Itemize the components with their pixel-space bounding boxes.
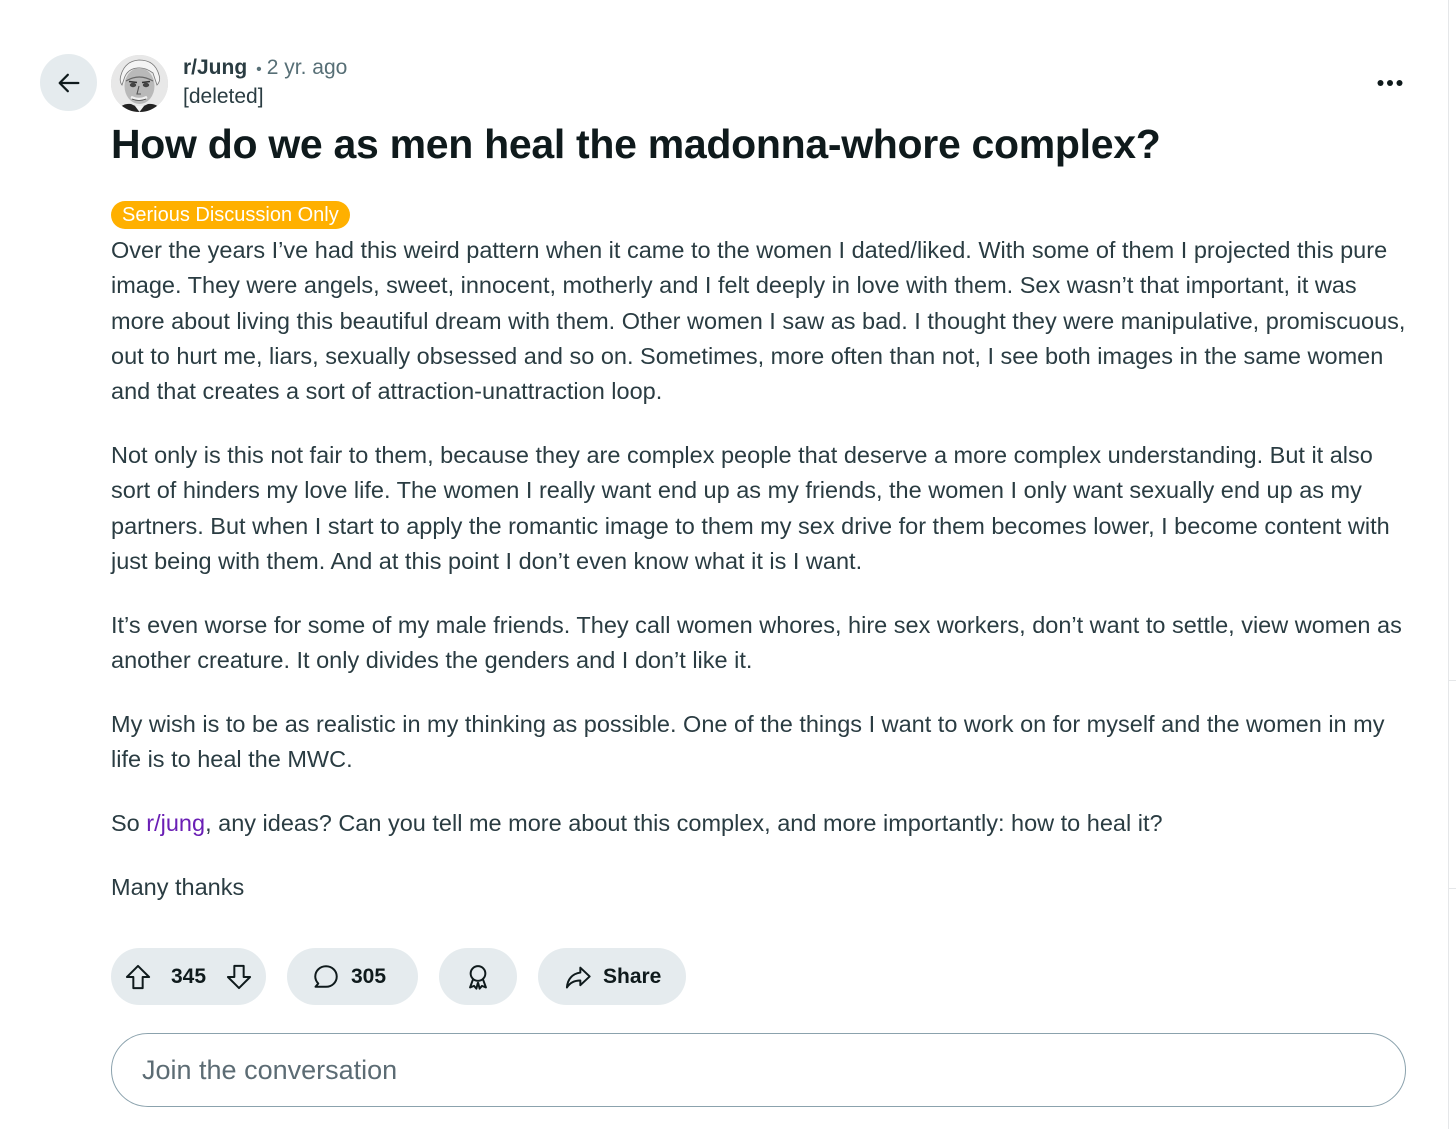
arrow-left-icon (58, 73, 79, 92)
award-button[interactable] (439, 948, 517, 1005)
right-divider-tick (1449, 680, 1456, 681)
more-options-button[interactable] (1370, 66, 1410, 100)
subreddit-inline-link[interactable]: r/jung (146, 810, 205, 836)
post-paragraph: It’s even worse for some of my male frie… (111, 611, 1402, 673)
post-meta: r/Jung • 2 yr. ago (183, 56, 347, 84)
avatar-image (111, 55, 168, 112)
vote-control: 345 (111, 948, 266, 1005)
meta-separator: • (256, 61, 262, 78)
closing-text-after: , any ideas? Can you tell me more about … (205, 809, 1163, 836)
right-divider-tick (1449, 888, 1456, 889)
comment-count: 305 (351, 964, 387, 988)
closing-text-before: So (111, 809, 147, 836)
post-flair[interactable]: Serious Discussion Only (111, 201, 350, 229)
post-time: 2 yr. ago (266, 56, 348, 79)
post-title[interactable]: How do we as men heal the madonna-whore … (111, 118, 1411, 170)
comment-input[interactable] (111, 1033, 1406, 1107)
upvote-button[interactable] (124, 963, 152, 991)
post-author: [deleted] (183, 85, 264, 108)
post-action-bar: 345 305 Share (111, 948, 686, 1005)
speech-bubble-icon (314, 964, 338, 988)
right-divider (1448, 0, 1449, 1129)
award-ribbon-icon (469, 964, 487, 990)
vote-count: 345 (170, 964, 207, 988)
post-paragraph: Not only is this not fair to them, becau… (111, 441, 1390, 574)
back-button[interactable] (40, 54, 97, 111)
subreddit-link[interactable]: r/Jung (183, 56, 247, 80)
subreddit-avatar[interactable] (111, 55, 168, 112)
share-arrow-icon (565, 966, 591, 988)
post-signoff: Many thanks (111, 873, 245, 900)
arrow-down-outline-icon (226, 964, 252, 989)
post-body: Over the years I’ve had this weird patte… (111, 233, 1416, 933)
comments-button[interactable]: 305 (287, 948, 418, 1005)
more-horizontal-icon (1377, 80, 1403, 86)
arrow-up-outline-icon (125, 964, 151, 989)
post-paragraph: Over the years I’ve had this weird patte… (111, 237, 1406, 405)
share-button[interactable]: Share (538, 948, 686, 1005)
share-label: Share (603, 964, 662, 988)
post-paragraph: My wish is to be as realistic in my thin… (111, 710, 1385, 773)
post-paragraph-closing: So r/jung, any ideas? Can you tell me mo… (111, 806, 1416, 841)
downvote-button[interactable] (225, 963, 253, 991)
